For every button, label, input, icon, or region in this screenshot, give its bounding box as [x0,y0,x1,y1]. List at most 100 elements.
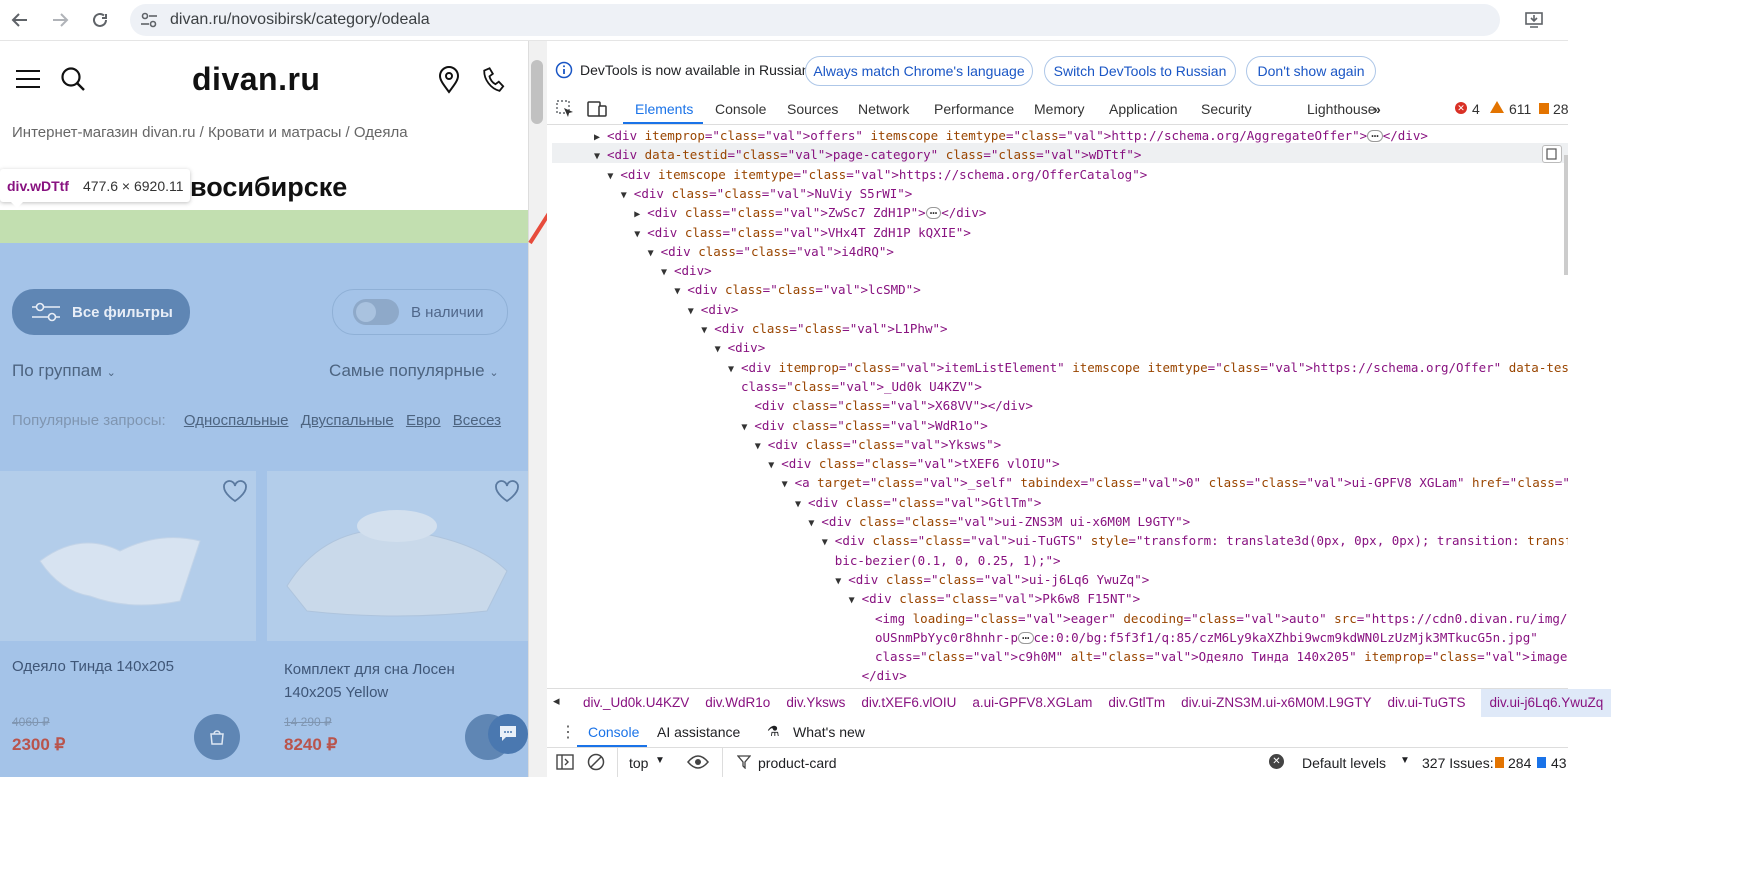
collapse-arrow-icon[interactable]: ▼ [688,302,701,321]
drawer-tab-console[interactable]: Console [588,724,639,740]
address-bar[interactable]: divan.ru/novosibirsk/category/odeala [130,4,1500,36]
clear-console-icon[interactable] [587,753,605,771]
dom-node-line[interactable]: ▼ <div class="class="val">GtlTm"> [795,493,1041,512]
tab-elements[interactable]: Elements [635,101,693,117]
dom-node-line[interactable]: ▼ <div class="class="val">L1Phw"> [701,319,947,338]
chat-button[interactable] [488,714,528,754]
collapse-arrow-icon[interactable]: ▼ [741,418,754,437]
breadcrumb-node[interactable]: div.Yksws [786,695,845,710]
breadcrumb-node[interactable]: div.tXEF6.vlOIU [861,695,956,710]
breadcrumb-item-shop[interactable]: Интернет-магазин divan.ru [12,124,196,141]
more-tabs-icon[interactable]: » [1373,101,1381,117]
all-filters-button[interactable]: Все фильтры [12,289,190,335]
elements-scrollbar[interactable] [1564,155,1568,275]
collapse-arrow-icon[interactable]: ▼ [822,533,835,552]
favorite-button[interactable] [222,480,248,509]
collapse-arrow-icon[interactable]: ▼ [849,591,862,610]
tab-console[interactable]: Console [715,101,766,117]
inspect-element-button[interactable] [556,100,574,123]
dom-node-line[interactable]: oUSnmPbYyc0r8hnhr-p ⋯ ce:0:0/bg:f5f3f1/q:8… [862,628,1538,647]
warning-count[interactable]: 611 [1509,101,1531,117]
dom-node-line[interactable]: ▼ <div> [715,338,766,357]
group-sort-dropdown[interactable]: По группам ⌄ [12,361,116,381]
collapse-arrow-icon[interactable]: ▼ [768,456,781,475]
tab-memory[interactable]: Memory [1034,101,1085,117]
dom-node-line[interactable]: ▼ <div class="class="val">VHx4T ZdH1P kQX… [634,223,971,242]
product-name[interactable]: Одеяло Тинда 140x205 [12,658,242,675]
dom-node-line[interactable]: ▼ <div data-testid="class="val">page-cate… [594,145,1141,164]
product-image[interactable] [0,471,256,641]
collapse-arrow-icon[interactable]: ▼ [701,321,714,340]
dom-node-line[interactable]: ▼ <div class="class="val">lcSMD"> [674,280,920,299]
dom-node-line[interactable]: ▼ <div itemprop="class="val">itemListElem… [728,358,1568,377]
dom-node-line[interactable]: </div> [835,686,893,687]
collapse-arrow-icon[interactable]: ▼ [621,186,634,205]
back-button[interactable] [6,6,34,34]
add-to-cart-button[interactable] [194,714,240,760]
dom-node-line[interactable]: ▼ <div class="class="val">tXEF6 vlOIU"> [768,454,1060,473]
issues-summary-label[interactable]: 327 Issues: [1422,755,1494,771]
site-logo[interactable]: divan.ru [192,61,320,98]
dom-node-line[interactable]: ▼ <div> [661,261,712,280]
sidebar-toggle-icon[interactable] [556,754,574,770]
query-link[interactable]: Односпальные [184,412,289,429]
expand-arrow-icon[interactable]: ▶ [634,205,647,224]
toggle-switch[interactable] [353,299,399,325]
dom-node-line[interactable]: ▼ <div class="class="val">WdR1o"> [741,416,987,435]
tab-sources[interactable]: Sources [787,101,838,117]
error-count[interactable]: 4 [1472,101,1480,117]
product-image[interactable] [267,471,528,641]
search-button[interactable] [60,66,86,97]
collapse-arrow-icon[interactable]: ▼ [661,263,674,282]
dom-node-line[interactable]: bic-bezier(0.1, 0, 0.25, 1);"> [822,551,1061,570]
collapse-arrow-icon[interactable]: ▼ [755,437,768,456]
log-levels-dropdown[interactable]: Default levels [1302,755,1386,771]
breadcrumb-node[interactable]: a.ui-GPFV8.XGLam [972,695,1092,710]
location-button[interactable] [438,66,460,99]
breadcrumb-scroll-left-icon[interactable]: ◂ [553,693,560,709]
in-stock-toggle[interactable]: В наличии [332,289,508,335]
query-link[interactable]: Всесез [453,412,501,429]
collapse-arrow-icon[interactable]: ▼ [795,495,808,514]
collapse-arrow-icon[interactable]: ▼ [715,340,728,359]
page-scrollbar-thumb[interactable] [531,60,543,124]
tab-performance[interactable]: Performance [934,101,1014,117]
dom-node-line[interactable]: <img loading="class="val">eager" decodin… [862,609,1568,628]
dom-node-line[interactable]: ▼ <div itemscope itemtype="class="val">ht… [607,165,1147,184]
query-link[interactable]: Евро [406,412,441,429]
tab-network[interactable]: Network [858,101,909,117]
eye-icon[interactable] [687,755,709,769]
dom-node-line[interactable]: ▼ <div class="class="val">NuViy S5rWI"> [621,184,913,203]
tab-security[interactable]: Security [1201,101,1252,117]
expand-arrow-icon[interactable]: ▶ [594,128,607,147]
node-action-button[interactable] [1542,145,1562,163]
forward-button[interactable] [46,6,74,34]
menu-button[interactable] [16,69,40,94]
dom-node-line[interactable]: ▼ <div class="class="val">Yksws"> [755,435,1001,454]
issues-count-b[interactable]: 43 [1551,755,1567,771]
collapse-arrow-icon[interactable]: ▼ [808,514,821,533]
dom-node-line[interactable]: <div class="class="val">X68VV"></div> [741,396,1033,415]
dom-node-line[interactable]: ▼ <div class="class="val">Pk6w8 F15NT"> [849,589,1141,608]
collapse-arrow-icon[interactable]: ▼ [648,244,661,263]
dom-node-line[interactable]: ▼ <div> [688,300,739,319]
match-chrome-language-button[interactable]: Always match Chrome's language [805,56,1033,86]
site-settings-icon[interactable] [140,12,158,28]
breadcrumb-node[interactable]: div.ui-ZNS3M.ui-x6M0M.L9GTY [1181,695,1371,710]
install-app-button[interactable] [1520,6,1548,34]
collapse-arrow-icon[interactable]: ▼ [594,147,607,166]
favorite-button[interactable] [494,480,520,509]
dont-show-again-button[interactable]: Don't show again [1246,56,1376,86]
dom-node-line[interactable]: ▼ <a target="class="val">_self" tabindex=… [782,473,1568,492]
dom-node-line[interactable]: class="class="val">_Ud0k U4KZV"> [728,377,982,396]
switch-to-russian-button[interactable]: Switch DevTools to Russian [1044,56,1236,86]
collapse-arrow-icon[interactable]: ▼ [835,572,848,591]
context-select[interactable]: top [629,755,648,771]
breadcrumb-node[interactable]: div._Ud0k.U4KZV [583,695,689,710]
console-filter-input[interactable]: product-card [758,755,837,771]
product-name[interactable]: Комплект для сна Лосен 140x205 Yellow [284,658,504,704]
phone-button[interactable] [482,67,506,98]
collapse-arrow-icon[interactable]: ▼ [728,360,741,379]
drawer-tab-whats-new[interactable]: What's new [793,724,865,740]
collapse-arrow-icon[interactable]: ▼ [674,282,687,301]
